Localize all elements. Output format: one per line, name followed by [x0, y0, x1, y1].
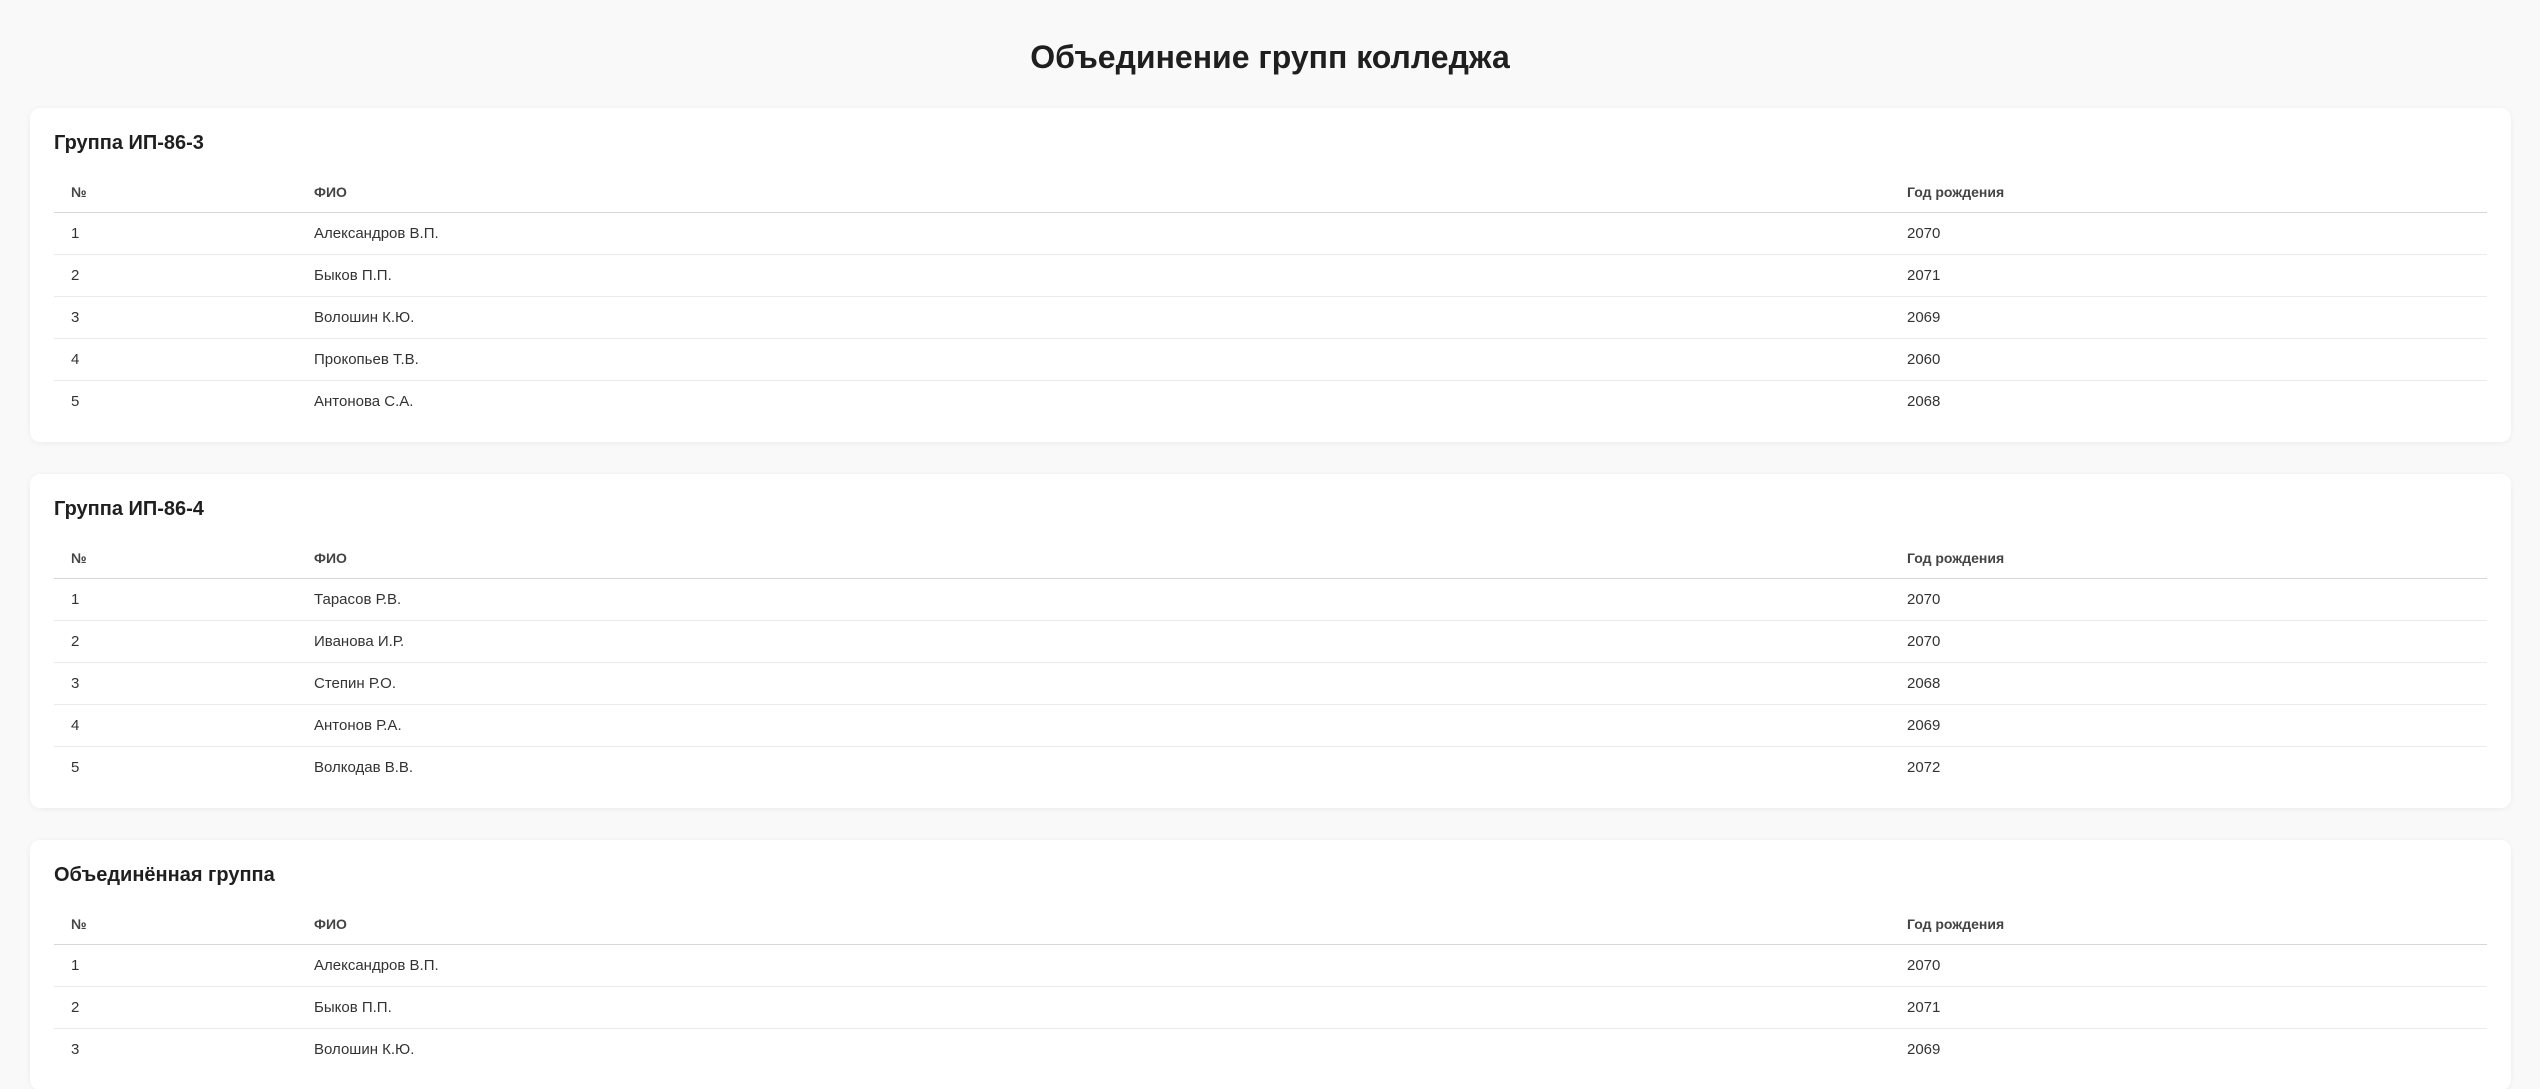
cell-year: 2070: [1890, 578, 2487, 621]
cell-year: 2068: [1907, 393, 1941, 410]
cell-num: 5: [71, 759, 80, 776]
table-header-row: № ФИО Год рождения: [54, 538, 2487, 579]
table-header-row: № ФИО Год рождения: [54, 172, 2487, 213]
page-title: Объединение групп колледжа: [1030, 39, 1510, 75]
cell-num: 3: [54, 296, 297, 339]
table-row: 1 Александров В.П. 2070: [54, 944, 2487, 987]
table-row: 2 Быков П.П. 2071: [54, 986, 2487, 1029]
table-row: 5 Антонова С.А. 2068: [54, 381, 2487, 423]
table-row: 3 Волошин К.Ю. 2069: [54, 296, 2487, 339]
cell-year: 2071: [1890, 986, 2487, 1029]
table-row: 5 Волкодав В.В. 2072: [54, 747, 2487, 789]
table-row: 1 Александров В.П. 2070: [54, 212, 2487, 255]
groups-container: Группа ИП-86-3 № ФИО Год рождения 1 Алек…: [30, 108, 2511, 1089]
group-title: Группа ИП-86-3: [54, 132, 204, 154]
page: Объединение групп колледжа Группа ИП-86-…: [0, 0, 2540, 1089]
column-header-year: Год рождения: [1890, 904, 2487, 945]
cell-name: Волкодав В.В.: [314, 759, 414, 776]
students-table: № ФИО Год рождения 1 Тарасов Р.В. 2070 2…: [54, 538, 2487, 788]
column-header-num: №: [54, 538, 297, 579]
group-title: Объединённая группа: [54, 864, 275, 886]
cell-name: Быков П.П.: [297, 986, 1890, 1029]
cell-name: Тарасов Р.В.: [297, 578, 1890, 621]
group-card-ip-86-3: Группа ИП-86-3 № ФИО Год рождения 1 Алек…: [30, 108, 2511, 442]
cell-year: 2070: [1890, 620, 2487, 663]
column-header-num: №: [54, 172, 297, 213]
students-table: № ФИО Год рождения 1 Александров В.П. 20…: [54, 904, 2487, 1070]
cell-year: 2068: [1890, 662, 2487, 705]
cell-name: Антонова С.А.: [314, 393, 414, 410]
column-header-name: ФИО: [297, 538, 1890, 579]
cell-year: 2069: [1890, 296, 2487, 339]
cell-num: 4: [54, 338, 297, 381]
cell-num: 5: [71, 393, 80, 410]
column-header-year: Год рождения: [1890, 538, 2487, 579]
cell-name: Иванова И.Р.: [297, 620, 1890, 663]
cell-num: 3: [71, 1041, 80, 1058]
column-header-name: ФИО: [297, 172, 1890, 213]
cell-name: Прокопьев Т.В.: [297, 338, 1890, 381]
cell-year: 2072: [1907, 759, 1941, 776]
column-header-name: ФИО: [297, 904, 1890, 945]
cell-num: 3: [54, 662, 297, 705]
table-row: 4 Антонов Р.А. 2069: [54, 704, 2487, 747]
column-header-year: Год рождения: [1890, 172, 2487, 213]
cell-name: Александров В.П.: [297, 944, 1890, 987]
table-row: 4 Прокопьев Т.В. 2060: [54, 338, 2487, 381]
cell-year: 2071: [1890, 254, 2487, 297]
cell-year: 2069: [1890, 704, 2487, 747]
cell-num: 1: [54, 212, 297, 255]
cell-year: 2070: [1890, 944, 2487, 987]
table-row: 3 Волошин К.Ю. 2069: [54, 1029, 2487, 1071]
cell-num: 2: [54, 986, 297, 1029]
cell-year: 2070: [1890, 212, 2487, 255]
cell-name: Быков П.П.: [297, 254, 1890, 297]
table-row: 2 Быков П.П. 2071: [54, 254, 2487, 297]
cell-name: Волошин К.Ю.: [314, 1041, 415, 1058]
group-card-ip-86-4: Группа ИП-86-4 № ФИО Год рождения 1 Тара…: [30, 474, 2511, 808]
cell-name: Александров В.П.: [297, 212, 1890, 255]
table-row: 1 Тарасов Р.В. 2070: [54, 578, 2487, 621]
cell-year: 2060: [1890, 338, 2487, 381]
group-card-merged: Объединённая группа № ФИО Год рождения 1…: [30, 840, 2511, 1089]
students-table: № ФИО Год рождения 1 Александров В.П. 20…: [54, 172, 2487, 422]
cell-name: Степин Р.О.: [297, 662, 1890, 705]
cell-num: 2: [54, 620, 297, 663]
cell-name: Антонов Р.А.: [297, 704, 1890, 747]
group-title: Группа ИП-86-4: [54, 498, 204, 520]
table-row: 3 Степин Р.О. 2068: [54, 662, 2487, 705]
column-header-num: №: [54, 904, 297, 945]
table-header-row: № ФИО Год рождения: [54, 904, 2487, 945]
cell-num: 4: [54, 704, 297, 747]
cell-year: 2069: [1907, 1041, 1941, 1058]
cell-num: 1: [54, 944, 297, 987]
table-row: 2 Иванова И.Р. 2070: [54, 620, 2487, 663]
cell-num: 1: [54, 578, 297, 621]
cell-num: 2: [54, 254, 297, 297]
cell-name: Волошин К.Ю.: [297, 296, 1890, 339]
